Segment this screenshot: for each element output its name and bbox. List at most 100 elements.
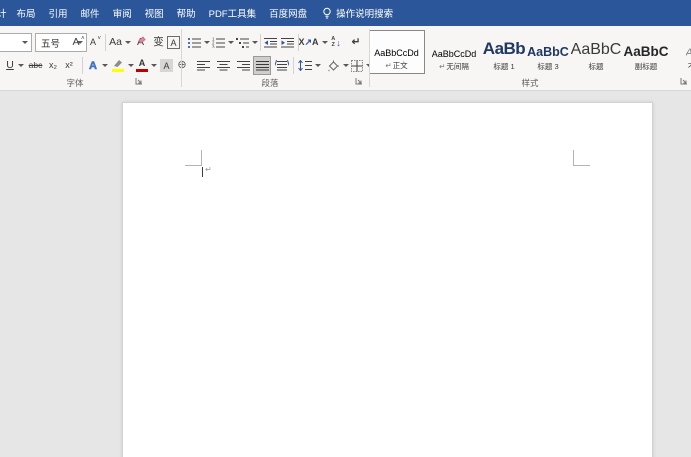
font-color-icon: A [136,59,148,72]
highlight-color-dropdown[interactable] [126,56,134,75]
style-preview: AaBbCcDd [374,48,419,58]
margin-corner-mark-right [573,165,590,166]
ribbon: 五号 A˄ A˅ Aa A 变 A U [0,26,691,91]
font-color-dropdown[interactable] [149,56,157,75]
align-right-button[interactable] [235,56,251,75]
chevron-down-icon [22,41,28,44]
increase-indent-button[interactable] [280,33,295,52]
align-left-button[interactable] [195,56,211,75]
style-no-spacing[interactable]: AaBbCcDd ↵无间隔 [427,30,481,74]
menu-tab-layout[interactable]: 布局 [13,6,40,20]
style-subtle-emphasis[interactable]: AaBb 不明显 [671,30,691,74]
style-normal[interactable]: AaBbCcDd ↵正文 [370,30,425,74]
style-preview: AaBbCcDd [432,49,477,59]
underline-icon: U [6,60,14,71]
multilevel-list-button[interactable] [235,33,258,52]
change-case-button[interactable]: Aa [108,33,132,52]
menu-tab-references[interactable]: 引用 [45,6,72,20]
tell-me-search[interactable]: 操作说明搜索 [322,6,393,20]
paragraph-mark-glyph: ↵ [205,166,212,174]
style-heading-3[interactable]: AaBbC 标题 3 [527,30,569,74]
grow-font-icon: A [72,37,79,48]
text-effects-dropdown[interactable] [100,56,108,75]
underline-dropdown[interactable] [16,56,24,75]
return-arrow-icon: ↵ [439,62,445,71]
shrink-font-button[interactable]: A˅ [87,33,104,52]
font-color-button[interactable]: A [135,56,149,75]
grow-font-button[interactable]: A˄ [70,33,87,52]
style-name: 无间隔 [446,62,469,71]
text-effects-button[interactable]: A [86,56,100,75]
multilevel-list-icon [236,37,249,48]
document-page[interactable]: ↵ [122,102,653,457]
document-canvas[interactable]: ↵ [0,91,691,457]
character-border-button[interactable]: A [166,33,181,52]
phonetic-guide-button[interactable]: 变 [151,33,166,52]
style-subtitle[interactable]: AaBbC 副标题 [623,30,669,74]
margin-corner-mark-left [185,165,202,166]
character-border-icon: A [167,36,180,49]
asian-layout-button[interactable]: X↗A [301,33,325,52]
clear-formatting-button[interactable]: A [131,33,150,52]
font-name-combo[interactable] [0,33,32,52]
clear-formatting-icon: A [137,37,144,48]
highlight-color-button[interactable] [109,56,126,75]
font-group-label: 字体 [45,77,105,89]
styles-dialog-launcher[interactable] [680,77,690,87]
align-left-icon [197,60,210,71]
style-name: 标题 [589,62,604,71]
numbering-button[interactable]: 123 [211,33,234,52]
style-name: 标题 3 [537,62,558,71]
menu-tab-help[interactable]: 帮助 [173,6,200,20]
sort-button[interactable]: AZ ↓ [328,33,344,52]
style-preview: AaBb [483,39,525,59]
strikethrough-button[interactable]: abc [26,56,45,75]
menu-tab-clipped[interactable]: 计 [0,6,11,20]
menu-tab-review[interactable]: 审阅 [109,6,136,20]
distribute-icon [275,60,289,71]
style-name: 标题 1 [493,62,514,71]
shading-icon [327,60,340,72]
style-name: 副标题 [635,62,658,71]
style-heading-1[interactable]: AaBb 标题 1 [483,30,525,74]
menu-tab-baidu-netdisk[interactable]: 百度网盘 [265,6,311,20]
return-arrow-icon: ↵ [385,61,391,70]
superscript-icon: x² [65,61,73,70]
style-preview: AaBbC [623,44,668,59]
asian-layout-icon: X↗A [298,38,318,47]
menu-tab-view[interactable]: 视图 [141,6,168,20]
strikethrough-icon: abc [29,61,43,70]
style-preview: AaBbC [571,41,622,59]
menu-tab-pdf-tools[interactable]: PDF工具集 [205,6,261,20]
align-center-button[interactable] [215,56,231,75]
style-preview: AaBbC [527,45,569,59]
tell-me-label: 操作说明搜索 [336,6,393,20]
font-group: 五号 A˄ A˅ Aa A 变 A U [0,26,181,90]
styles-group-label: 样式 [500,77,560,89]
underline-button[interactable]: U [3,56,17,75]
style-preview: AaBb [686,47,691,59]
menu-tab-mailings[interactable]: 邮件 [77,6,104,20]
justify-icon [256,60,269,71]
style-title[interactable]: AaBbC 标题 [571,30,621,74]
show-hide-marks-button[interactable]: ↵ [348,33,364,52]
shrink-font-icon: A [90,38,96,47]
decrease-indent-icon [264,37,277,48]
decrease-indent-button[interactable] [263,33,278,52]
style-gallery: AaBbCcDd ↵正文 AaBbCcDd ↵无间隔 AaBb 标题 1 AaB… [370,30,691,74]
subscript-button[interactable]: x₂ [46,56,60,75]
distribute-button[interactable] [273,56,290,75]
increase-indent-icon [281,37,294,48]
borders-icon [351,60,363,72]
bullets-button[interactable] [187,33,210,52]
line-spacing-button[interactable] [297,56,322,75]
shading-button[interactable] [326,56,350,75]
change-case-icon: Aa [109,37,122,48]
lightbulb-icon [322,7,332,20]
paragraph-dialog-launcher[interactable] [355,77,365,87]
text-effects-icon: A [89,60,97,72]
font-dialog-launcher[interactable] [135,77,145,87]
style-name: 正文 [393,61,408,70]
justify-button[interactable] [253,56,271,75]
superscript-button[interactable]: x² [62,56,76,75]
